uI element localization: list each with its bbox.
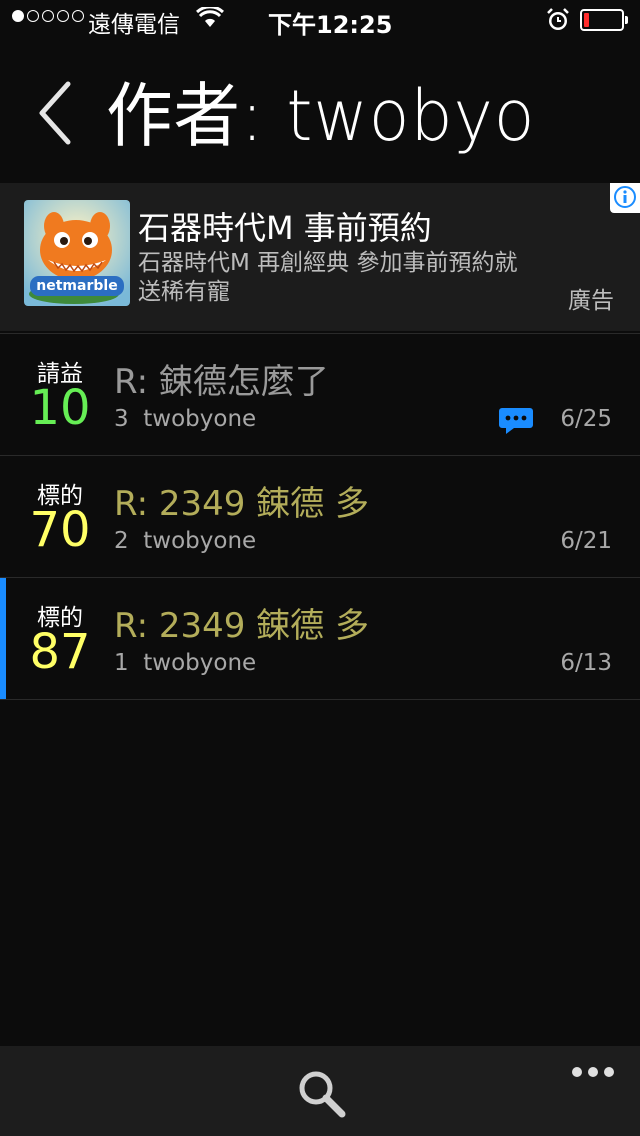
post-score: 87 <box>29 624 91 680</box>
post-title: R: 2349 鋉德 多 <box>114 484 369 524</box>
post-meta: 1 twobyone <box>114 650 257 676</box>
status-bar: 遠傳電信 下午12:25 <box>0 0 640 40</box>
post-title: R: 2349 鋉德 多 <box>114 606 369 646</box>
ad-title: 石器時代M 事前預約 <box>138 209 432 247</box>
post-row[interactable]: 請益 10 R: 鋉德怎麼了 3 twobyone 6/25 <box>0 333 640 456</box>
post-row[interactable]: 標的 87 R: 2349 鋉德 多1 twobyone 6/13 <box>0 578 640 700</box>
chevron-left-icon[interactable] <box>30 78 80 148</box>
alarm-icon <box>547 8 569 30</box>
post-meta: 3 twobyone <box>114 406 257 432</box>
signal-strength-icon <box>12 10 84 22</box>
battery-icon <box>580 9 628 31</box>
page-title: 作者: twobyo <box>106 75 536 157</box>
post-score: 70 <box>29 502 91 558</box>
post-title: R: 鋉德怎麼了 <box>114 362 329 402</box>
ad-banner[interactable]: netmarble 石器時代M 事前預約 石器時代M 再創經典 參加事前預約就送… <box>0 183 640 331</box>
ad-description: 石器時代M 再創經典 參加事前預約就送稀有寵 <box>138 250 518 305</box>
post-date: 6/21 <box>560 528 612 554</box>
nav-header: 作者: twobyo <box>0 40 640 170</box>
post-date: 6/13 <box>560 650 612 676</box>
more-icon[interactable] <box>570 1064 616 1080</box>
comment-bubble-icon <box>499 408 533 434</box>
post-meta: 2 twobyone <box>114 528 257 554</box>
post-list: 請益 10 R: 鋉德怎麼了 3 twobyone 6/25 標的 70 R: 2349 鋉德… <box>0 333 640 700</box>
ad-app-icon: netmarble <box>24 200 130 306</box>
post-date: 6/25 <box>560 406 612 432</box>
status-time: 下午12:25 <box>268 11 393 39</box>
bottom-toolbar <box>0 1046 640 1136</box>
wifi-icon <box>196 7 224 27</box>
ad-label: 廣告 <box>568 288 614 314</box>
post-row[interactable]: 標的 70 R: 2349 鋉德 多2 twobyone 6/21 <box>0 456 640 578</box>
carrier-name: 遠傳電信 <box>88 12 180 38</box>
ad-brand-label: netmarble <box>36 278 118 294</box>
post-score: 10 <box>29 380 91 436</box>
search-icon[interactable] <box>294 1066 350 1122</box>
info-icon[interactable] <box>610 183 640 213</box>
